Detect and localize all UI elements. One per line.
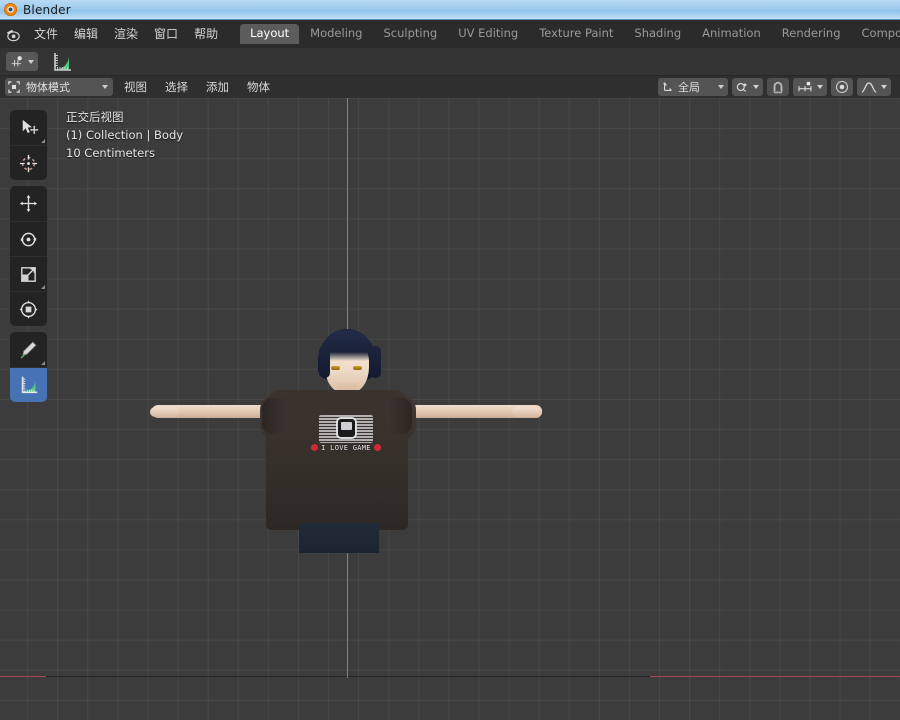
3d-viewport[interactable]: I LOVE GAME 正交后视图 (1) Collection | Body … <box>0 98 900 720</box>
tab-animation[interactable]: Animation <box>692 24 771 44</box>
viewport-grid <box>0 98 900 720</box>
chevron-down-icon <box>718 85 724 89</box>
transform-orientation-selector[interactable]: 全局 <box>658 78 728 96</box>
tool-group-transform <box>10 186 47 326</box>
axis-z-line <box>347 98 348 678</box>
tweak-select-tool[interactable] <box>10 110 47 145</box>
magnet-icon <box>773 81 783 93</box>
axis-x-line-right <box>650 676 900 677</box>
tool-settings-bar <box>0 48 900 76</box>
menu-help[interactable]: 帮助 <box>186 24 226 44</box>
viewport-menu-object[interactable]: 物体 <box>240 79 277 96</box>
window-title: Blender <box>23 2 71 17</box>
snap-target-icon <box>736 83 747 92</box>
rotate-tool[interactable] <box>10 221 47 256</box>
tab-compositing[interactable]: Compositing <box>852 24 900 44</box>
tool-group-select <box>10 110 47 180</box>
move-tool[interactable] <box>10 186 47 221</box>
tab-layout[interactable]: Layout <box>240 24 300 44</box>
proportional-editing-toggle[interactable] <box>831 78 853 96</box>
chevron-down-icon <box>881 85 887 89</box>
tool-submenu-indicator <box>41 361 45 365</box>
viewport-header: 物体模式 视图 选择 添加 物体 全局 <box>0 76 900 98</box>
measure-tool[interactable] <box>10 367 47 402</box>
scale-tool[interactable] <box>10 256 47 291</box>
chevron-down-icon <box>28 59 34 64</box>
chevron-down-icon <box>753 85 759 89</box>
blender-application-window: Blender 文件 编辑 渲染 窗口 帮助 Layout Modeling S… <box>0 0 900 720</box>
topbar: 文件 编辑 渲染 窗口 帮助 Layout Modeling Sculpting… <box>0 20 900 48</box>
viewport-menu-view[interactable]: 视图 <box>117 79 154 96</box>
blender-mark-icon[interactable] <box>0 20 26 48</box>
proportional-falloff-selector[interactable] <box>857 78 891 96</box>
transform-tool[interactable] <box>10 291 47 326</box>
workspace-tabs: Layout Modeling Sculpting UV Editing Tex… <box>240 20 900 48</box>
blender-logo-icon <box>4 3 17 16</box>
orientation-global-icon <box>663 82 672 91</box>
tab-rendering[interactable]: Rendering <box>772 24 851 44</box>
annotate-tool[interactable] <box>10 332 47 367</box>
viewport-menu-add[interactable]: 添加 <box>199 79 236 96</box>
chevron-down-icon <box>817 85 823 89</box>
object-mode-icon <box>8 81 20 93</box>
chevron-down-icon <box>102 85 108 89</box>
menu-render[interactable]: 渲染 <box>106 24 146 44</box>
proportional-editing-icon <box>835 80 849 94</box>
menu-file[interactable]: 文件 <box>26 24 66 44</box>
viewport-toolbar <box>10 110 47 408</box>
measure-tool-icon[interactable] <box>50 50 74 74</box>
falloff-curve-icon <box>861 81 877 93</box>
viewport-menu-select[interactable]: 选择 <box>158 79 195 96</box>
tool-group-annotate <box>10 332 47 402</box>
axis-x-line-left <box>0 676 46 677</box>
menu-edit[interactable]: 编辑 <box>66 24 106 44</box>
menu-window[interactable]: 窗口 <box>146 24 186 44</box>
snap-options[interactable] <box>793 78 827 96</box>
tool-options-icon[interactable] <box>6 52 38 71</box>
snap-increment-icon <box>798 81 812 92</box>
snap-toggle[interactable] <box>767 78 789 96</box>
tab-modeling[interactable]: Modeling <box>300 24 372 44</box>
tab-sculpting[interactable]: Sculpting <box>373 24 447 44</box>
tab-texture-paint[interactable]: Texture Paint <box>529 24 623 44</box>
viewport-header-right: 全局 <box>658 78 895 96</box>
mode-label: 物体模式 <box>26 81 70 94</box>
main-menu-bar: 文件 编辑 渲染 窗口 帮助 <box>26 20 226 48</box>
tool-submenu-indicator <box>41 139 45 143</box>
tool-submenu-indicator <box>41 285 45 289</box>
tab-uv-editing[interactable]: UV Editing <box>448 24 528 44</box>
mode-selector[interactable]: 物体模式 <box>5 78 113 96</box>
transform-orientation-label: 全局 <box>678 81 700 94</box>
window-titlebar: Blender <box>0 0 900 20</box>
tab-shading[interactable]: Shading <box>624 24 691 44</box>
snap-target-selector[interactable] <box>732 78 763 96</box>
cursor-tool[interactable] <box>10 145 47 180</box>
